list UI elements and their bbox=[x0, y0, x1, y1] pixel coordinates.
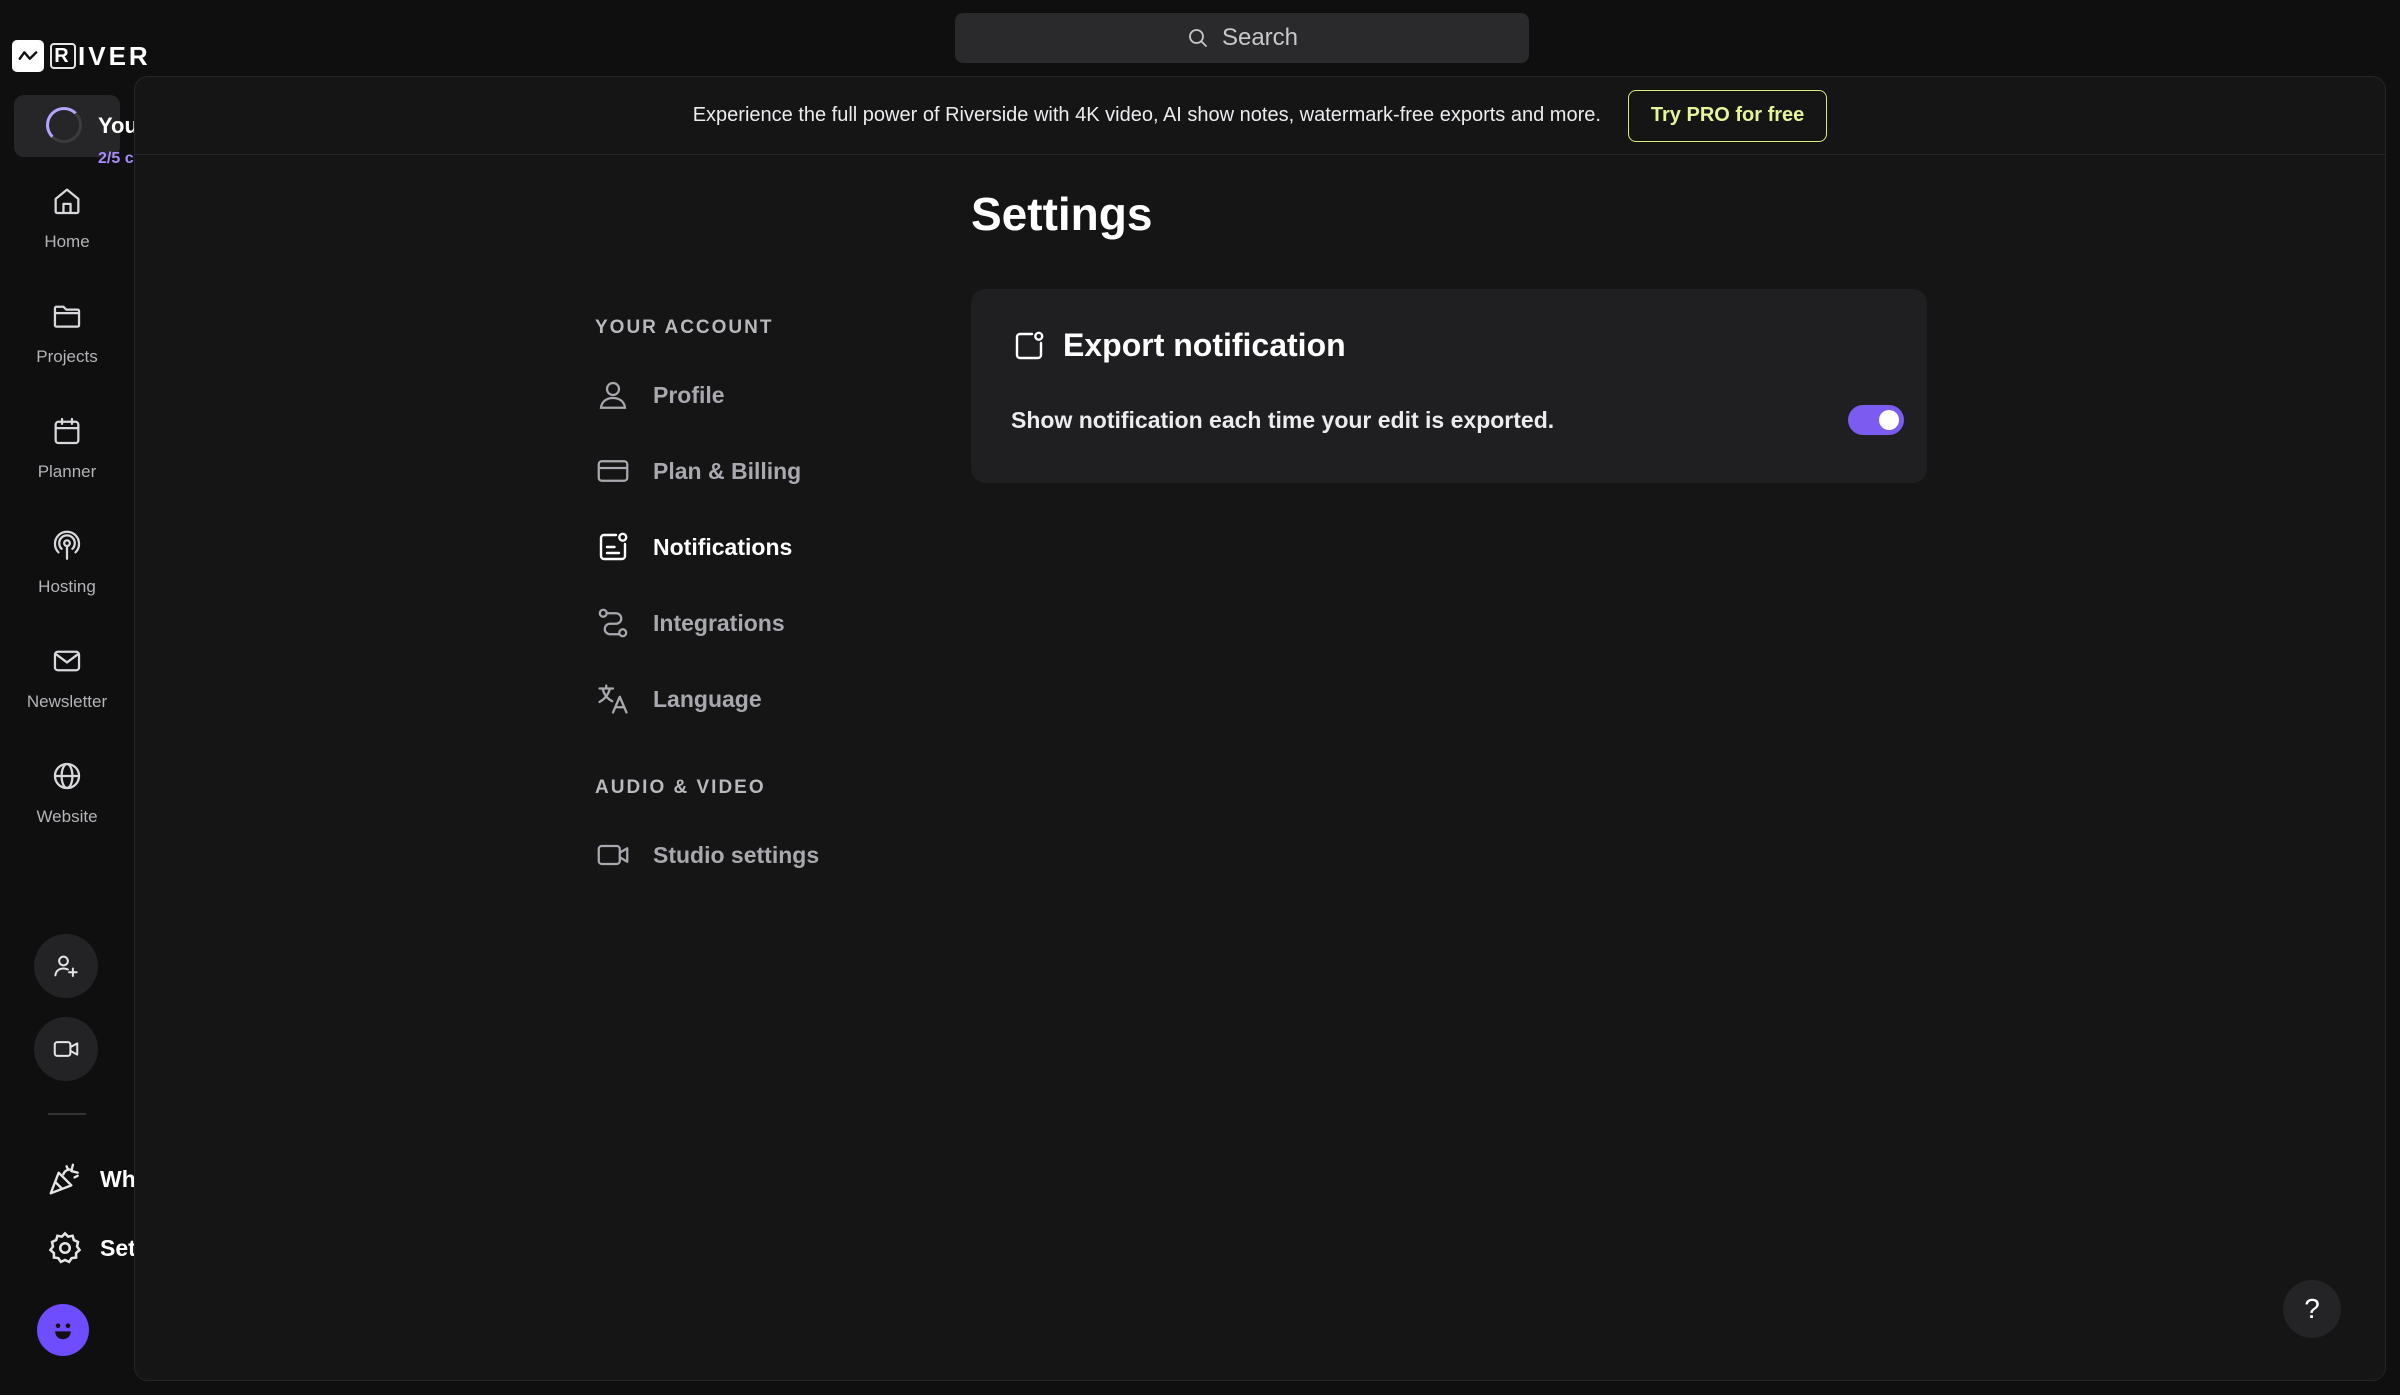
loading-spinner-icon bbox=[46, 107, 82, 143]
nav-item-projects[interactable]: Projects bbox=[0, 295, 134, 410]
section-heading-audio-video: AUDIO & VIDEO bbox=[595, 777, 766, 798]
workspace-name: You bbox=[98, 113, 138, 138]
nav-item-planner[interactable]: Planner bbox=[0, 410, 134, 525]
integrations-icon bbox=[598, 608, 628, 638]
translate-icon bbox=[598, 684, 628, 714]
toggle-knob bbox=[1879, 410, 1899, 430]
rail-divider bbox=[48, 1113, 86, 1115]
settings-nav-integrations[interactable]: Integrations bbox=[595, 585, 1015, 661]
party-popper-icon bbox=[49, 1163, 79, 1195]
home-icon bbox=[54, 188, 80, 215]
nav-label-hosting: Hosting bbox=[38, 577, 96, 596]
logo-mark-icon bbox=[12, 40, 44, 72]
nav-item-hosting[interactable]: Hosting bbox=[0, 525, 134, 640]
settings-nav: YOUR ACCOUNT Profile Plan & Billing Noti… bbox=[595, 317, 1015, 893]
smiley-icon bbox=[55, 1323, 71, 1340]
settings-nav-label: Integrations bbox=[653, 609, 785, 636]
record-studio-button[interactable] bbox=[34, 1017, 98, 1081]
settings-nav-studio-settings[interactable]: Studio settings bbox=[595, 817, 1015, 893]
invite-user-button[interactable] bbox=[34, 934, 98, 998]
search-placeholder: Search bbox=[1221, 24, 1299, 51]
brand-wordmark: IVER bbox=[78, 40, 151, 71]
brand-name: R IVER bbox=[50, 41, 151, 72]
logo-r-box: R bbox=[50, 43, 76, 69]
notification-icon bbox=[599, 532, 628, 561]
podcast-icon bbox=[53, 530, 81, 560]
nav-label-planner: Planner bbox=[37, 462, 97, 481]
gear-icon bbox=[48, 1231, 82, 1264]
credit-card-icon bbox=[597, 460, 629, 482]
search-bar[interactable]: Search bbox=[955, 13, 1529, 63]
nav-label-projects: Projects bbox=[36, 347, 98, 366]
nav-item-newsletter[interactable]: Newsletter bbox=[0, 640, 134, 755]
add-user-icon bbox=[54, 955, 78, 977]
settings-nav-label: Profile bbox=[653, 381, 725, 408]
video-camera-icon bbox=[597, 844, 629, 866]
main-nav: Home Projects Planner Hosting Newsletter… bbox=[0, 180, 134, 870]
export-notification-toggle[interactable] bbox=[1848, 405, 1904, 435]
left-rail: R IVER You 2/5 c Home Projects Planner Ho… bbox=[0, 0, 148, 1395]
mail-icon bbox=[53, 650, 81, 672]
workspace-switcher[interactable]: You bbox=[14, 95, 138, 157]
calendar-icon bbox=[54, 417, 80, 445]
settings-nav-profile[interactable]: Profile bbox=[595, 357, 1015, 433]
settings-nav-label: Notifications bbox=[653, 533, 793, 560]
globe-icon bbox=[53, 762, 81, 790]
section-heading-account: YOUR ACCOUNT bbox=[595, 317, 774, 338]
card-header: Export notification bbox=[1011, 327, 1346, 364]
nav-item-website[interactable]: Website bbox=[0, 755, 134, 870]
user-avatar[interactable] bbox=[37, 1304, 89, 1356]
whats-new-item[interactable]: Wh bbox=[46, 1160, 136, 1198]
search-icon bbox=[1189, 29, 1207, 47]
nav-item-home[interactable]: Home bbox=[0, 180, 134, 295]
promo-text: Experience the full power of Riverside w… bbox=[692, 104, 1601, 126]
page-title: Settings bbox=[971, 188, 1153, 240]
settings-nav-label: Language bbox=[653, 685, 762, 712]
nav-label-newsletter: Newsletter bbox=[26, 692, 108, 711]
settings-nav-notifications[interactable]: Notifications bbox=[595, 509, 1015, 585]
video-camera-icon bbox=[53, 1041, 79, 1057]
folder-icon bbox=[53, 305, 81, 328]
brand-logo[interactable]: R IVER bbox=[12, 40, 151, 72]
settings-nav-label: Plan & Billing bbox=[653, 457, 802, 484]
settings-nav-plan-billing[interactable]: Plan & Billing bbox=[595, 433, 1015, 509]
settings-label: Set bbox=[100, 1234, 136, 1261]
promo-banner: Experience the full power of Riverside w… bbox=[135, 77, 2385, 155]
settings-nav-language[interactable]: Language bbox=[595, 661, 1015, 737]
user-icon bbox=[599, 381, 627, 409]
help-button[interactable]: ? bbox=[2283, 1280, 2341, 1338]
nav-label-website: Website bbox=[36, 807, 98, 826]
settings-nav-label: Studio settings bbox=[653, 841, 820, 868]
whats-new-label: Wh bbox=[100, 1165, 136, 1192]
main-panel: Experience the full power of Riverside w… bbox=[134, 76, 2386, 1381]
nav-label-home: Home bbox=[44, 232, 90, 251]
card-description: Show notification each time your edit is… bbox=[1011, 407, 1555, 433]
export-notification-card: Export notification Show notification ea… bbox=[971, 289, 1927, 483]
notification-icon bbox=[1015, 331, 1044, 359]
try-pro-button[interactable]: Try PRO for free bbox=[1627, 89, 1828, 142]
app-root: R IVER You 2/5 c Home Projects Planner Ho… bbox=[0, 0, 2400, 1395]
settings-item[interactable]: Set bbox=[46, 1229, 136, 1267]
workspace-usage: 2/5 c bbox=[98, 150, 134, 167]
card-title: Export notification bbox=[1063, 327, 1346, 363]
